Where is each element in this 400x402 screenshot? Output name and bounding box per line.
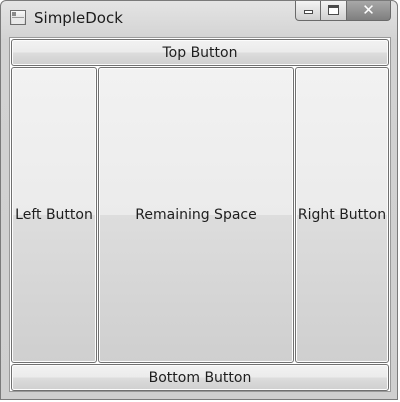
minimize-button[interactable] — [295, 1, 321, 21]
dock-panel: Top Button Left Button Remaining Space R… — [9, 37, 391, 392]
close-icon: ✕ — [362, 1, 375, 19]
top-button-label: Top Button — [162, 44, 238, 61]
remaining-space-button[interactable]: Remaining Space — [98, 67, 294, 363]
window-title: SimpleDock — [34, 9, 123, 27]
left-button-label: Left Button — [15, 207, 93, 223]
app-window-icon[interactable] — [10, 10, 26, 25]
remaining-space-button-label: Remaining Space — [135, 207, 257, 223]
maximize-icon — [328, 5, 339, 15]
top-button[interactable]: Top Button — [11, 39, 389, 66]
caption-buttons: ✕ — [295, 1, 391, 21]
close-button[interactable]: ✕ — [347, 1, 391, 21]
bottom-button-label: Bottom Button — [148, 369, 252, 386]
minimize-icon — [304, 10, 313, 14]
maximize-button[interactable] — [321, 1, 347, 21]
app-window: SimpleDock ✕ Top Button Left Button Rema… — [0, 0, 398, 400]
right-button-label: Right Button — [297, 207, 387, 223]
bottom-button[interactable]: Bottom Button — [11, 364, 389, 391]
left-button[interactable]: Left Button — [11, 67, 97, 363]
right-button[interactable]: Right Button — [295, 67, 389, 363]
title-bar[interactable]: SimpleDock ✕ — [1, 1, 397, 37]
